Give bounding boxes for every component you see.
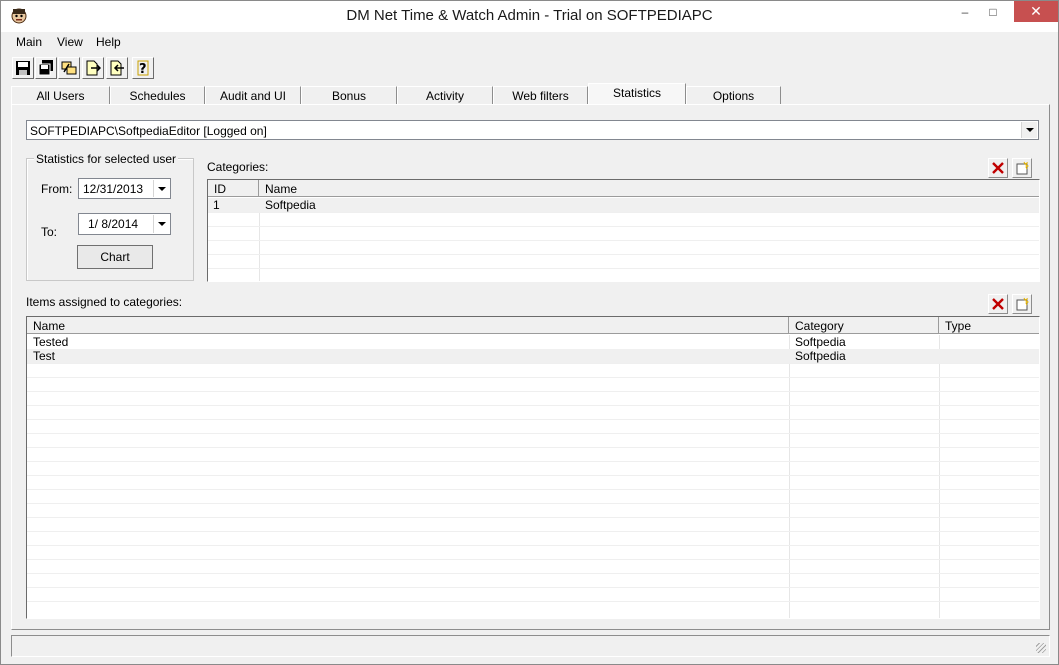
from-label: From: <box>41 182 73 196</box>
new-item-icon <box>1016 161 1029 175</box>
column-header-name[interactable]: Name <box>27 317 789 334</box>
item-category-cell: Softpedia <box>795 349 846 363</box>
column-header-category[interactable]: Category <box>789 317 939 334</box>
connect-icon <box>61 61 77 75</box>
categories-grid[interactable]: ID Name 1 Softpedia <box>207 179 1040 282</box>
delete-category-button[interactable] <box>988 158 1008 178</box>
to-date-value: 1/ 8/2014 <box>88 217 139 231</box>
chevron-down-icon[interactable] <box>153 215 169 233</box>
category-name-cell: Softpedia <box>265 198 316 212</box>
category-id-cell: 1 <box>213 198 220 212</box>
column-header-name[interactable]: Name <box>259 180 1039 197</box>
table-row[interactable]: Test Softpedia <box>27 349 1039 363</box>
table-row[interactable]: 1 Softpedia <box>208 198 1039 212</box>
tab-audit-and-ui[interactable]: Audit and UI <box>205 86 301 105</box>
delete-icon <box>992 162 1004 174</box>
save-icon <box>16 61 30 75</box>
export-icon <box>110 60 124 76</box>
from-date-value: 12/31/2013 <box>83 182 144 196</box>
save-all-button[interactable] <box>35 57 57 79</box>
minimize-button[interactable]: – <box>951 1 979 22</box>
item-category-cell: Softpedia <box>795 335 846 349</box>
categories-label: Categories: <box>207 160 269 174</box>
delete-icon <box>992 298 1004 310</box>
tab-schedules[interactable]: Schedules <box>110 86 205 105</box>
svg-text:?: ? <box>139 62 147 76</box>
title-bar: DM Net Time & Watch Admin - Trial on SOF… <box>1 1 1058 32</box>
tab-web-filters[interactable]: Web filters <box>493 86 588 105</box>
column-header-id[interactable]: ID <box>208 180 259 197</box>
menu-bar: Main View Help <box>1 32 1058 52</box>
to-date-picker[interactable]: 1/ 8/2014 <box>78 213 171 235</box>
close-button[interactable]: ✕ <box>1014 1 1058 22</box>
items-grid[interactable]: Name Category Type Tested Softpedia Test… <box>26 316 1040 619</box>
tab-statistics[interactable]: Statistics <box>588 83 686 106</box>
import-icon <box>86 60 101 76</box>
delete-item-button[interactable] <box>988 294 1008 314</box>
window-title: DM Net Time & Watch Admin - Trial on SOF… <box>346 7 713 24</box>
user-select-value: SOFTPEDIAPC\SoftpediaEditor [Logged on] <box>30 124 267 138</box>
menu-help[interactable]: Help <box>96 35 121 49</box>
help-icon: ? <box>137 60 149 76</box>
to-label: To: <box>41 225 58 239</box>
user-select[interactable]: SOFTPEDIAPC\SoftpediaEditor [Logged on] <box>26 120 1039 140</box>
items-grid-header: Name Category Type <box>27 317 1039 334</box>
chevron-down-icon[interactable] <box>1021 122 1037 138</box>
help-button[interactable]: ? <box>132 57 154 79</box>
from-date-picker[interactable]: 12/31/2013 <box>78 178 171 199</box>
tab-bonus[interactable]: Bonus <box>301 86 397 105</box>
save-button[interactable] <box>12 57 34 79</box>
column-header-type[interactable]: Type <box>939 317 1039 334</box>
item-name-cell: Test <box>33 349 56 363</box>
export-button[interactable] <box>106 57 128 79</box>
maximize-button[interactable]: □ <box>979 1 1007 22</box>
table-row[interactable]: Tested Softpedia <box>27 335 1039 349</box>
tab-options[interactable]: Options <box>686 86 781 105</box>
toolbar: ? <box>1 54 1058 84</box>
categories-grid-body: 1 Softpedia <box>208 198 1039 281</box>
new-item-icon <box>1016 297 1029 311</box>
menu-view[interactable]: View <box>57 35 83 49</box>
connect-button[interactable] <box>58 57 80 79</box>
chart-button[interactable]: Chart <box>77 245 153 269</box>
tab-all-users[interactable]: All Users <box>11 86 110 105</box>
resize-grip-icon[interactable] <box>1036 643 1046 653</box>
statistics-group-legend: Statistics for selected user <box>34 152 179 166</box>
chevron-down-icon[interactable] <box>153 180 169 197</box>
item-name-cell: Tested <box>33 335 69 349</box>
menu-main[interactable]: Main <box>16 35 42 49</box>
new-category-button[interactable] <box>1012 158 1032 178</box>
import-button[interactable] <box>82 57 104 79</box>
status-bar <box>11 635 1050 657</box>
save-all-icon <box>38 60 53 76</box>
new-item-button[interactable] <box>1012 294 1032 314</box>
categories-grid-header: ID Name <box>208 180 1039 197</box>
tab-activity[interactable]: Activity <box>397 86 493 105</box>
items-grid-body: Tested Softpedia Test Softpedia <box>27 335 1039 618</box>
main-window: DM Net Time & Watch Admin - Trial on SOF… <box>0 0 1059 665</box>
items-label: Items assigned to categories: <box>26 295 183 309</box>
